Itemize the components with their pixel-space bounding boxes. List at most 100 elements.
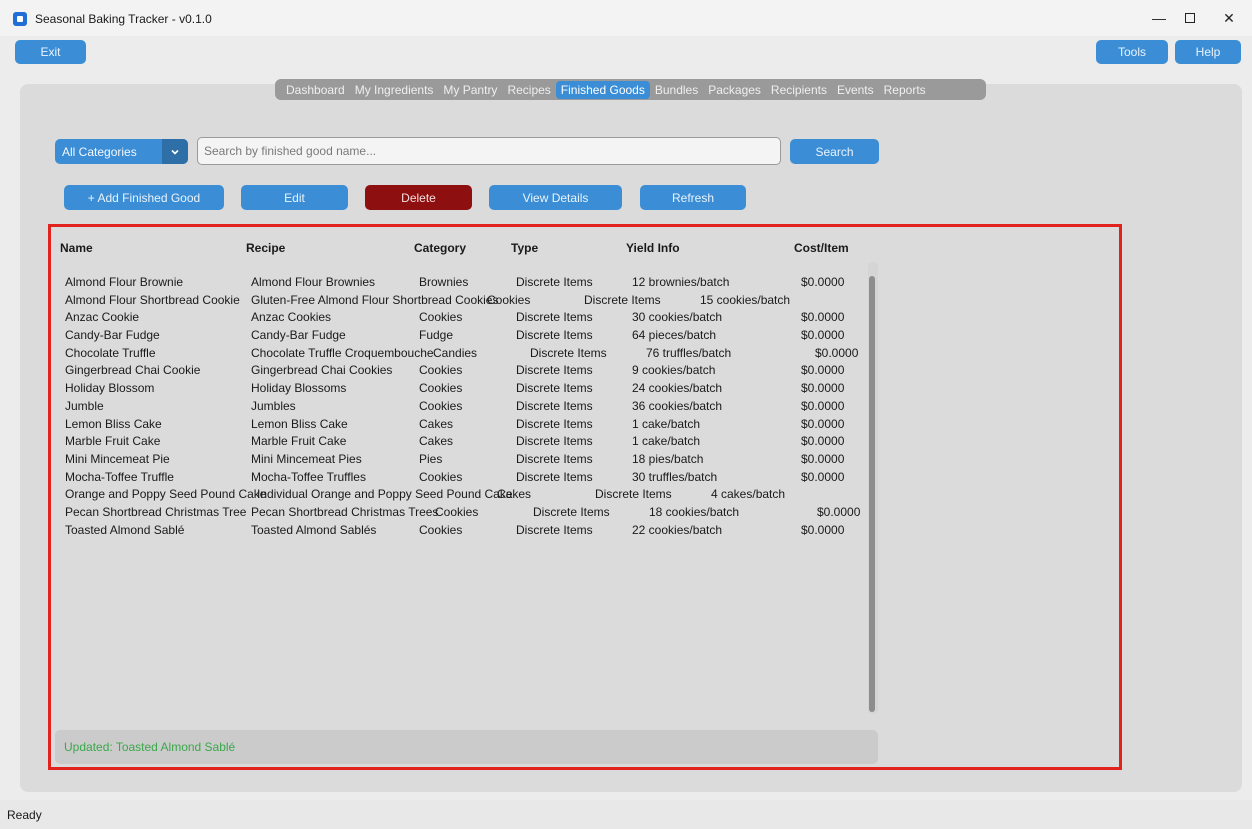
cell-category: Cookies bbox=[419, 310, 463, 325]
cell-recipe: Mocha-Toffee Truffles bbox=[251, 469, 366, 484]
table-row[interactable]: Orange and Poppy Seed Pound Cake Individ… bbox=[65, 486, 865, 504]
table-row[interactable]: Toasted Almond Sablé Toasted Almond Sabl… bbox=[65, 522, 865, 540]
category-dropdown-value: All Categories bbox=[62, 144, 137, 159]
category-dropdown[interactable]: All Categories bbox=[55, 139, 188, 164]
cell-name: Almond Flour Brownie bbox=[65, 275, 184, 289]
tab-bar: Dashboard My Ingredients My Pantry Recip… bbox=[275, 79, 986, 100]
status-bar: Ready bbox=[0, 800, 1252, 829]
delete-button[interactable]: Delete bbox=[365, 185, 472, 210]
cell-yield: 18 cookies/batch bbox=[649, 504, 740, 519]
table-row[interactable]: Holiday Blossom Holiday Blossoms Cookies… bbox=[65, 380, 865, 398]
cell-category: Cookies bbox=[435, 504, 479, 519]
tab-dashboard[interactable]: Dashboard bbox=[281, 81, 350, 99]
tools-button[interactable]: Tools bbox=[1096, 40, 1168, 64]
table-row[interactable]: Gingerbread Chai Cookie Gingerbread Chai… bbox=[65, 362, 865, 380]
cell-recipe: Marble Fruit Cake bbox=[251, 434, 347, 449]
minimize-icon: — bbox=[1152, 10, 1166, 26]
edit-button[interactable]: Edit bbox=[241, 185, 348, 210]
cell-yield: 15 cookies/batch bbox=[700, 292, 791, 307]
table-row[interactable]: Candy-Bar Fudge Candy-Bar Fudge Fudge Di… bbox=[65, 327, 865, 345]
cell-name: Chocolate Truffle bbox=[65, 345, 156, 360]
refresh-button[interactable]: Refresh bbox=[640, 185, 746, 210]
close-icon: ✕ bbox=[1223, 9, 1235, 26]
cell-recipe: Individual Orange and Poppy Seed Pound C… bbox=[257, 487, 513, 502]
tab-recipes[interactable]: Recipes bbox=[502, 81, 555, 99]
cell-recipe: Lemon Bliss Cake bbox=[251, 416, 348, 431]
tab-reports[interactable]: Reports bbox=[879, 81, 931, 99]
cell-recipe: Mini Mincemeat Pies bbox=[251, 451, 362, 466]
cell-yield: 22 cookies/batch bbox=[632, 522, 723, 537]
table-row[interactable]: Anzac Cookie Anzac Cookies Cookies Discr… bbox=[65, 309, 865, 327]
cell-recipe: Candy-Bar Fudge bbox=[251, 328, 346, 343]
cell-cost: $0.0000 bbox=[801, 416, 845, 431]
cell-name: Pecan Shortbread Christmas Tree bbox=[65, 504, 247, 519]
table-row[interactable]: Marble Fruit Cake Marble Fruit Cake Cake… bbox=[65, 433, 865, 451]
cell-recipe: Almond Flour Brownies bbox=[251, 275, 376, 289]
tab-events[interactable]: Events bbox=[832, 81, 879, 99]
title-bar: Seasonal Baking Tracker - v0.1.0 — ✕ bbox=[0, 0, 1252, 36]
cell-name: Toasted Almond Sablé bbox=[65, 522, 185, 537]
cell-category: Fudge bbox=[419, 328, 454, 343]
cell-category: Cookies bbox=[419, 398, 463, 413]
cell-yield: 76 truffles/batch bbox=[646, 345, 732, 360]
column-header-category[interactable]: Category bbox=[414, 241, 466, 255]
cell-category: Candies bbox=[433, 345, 478, 360]
add-finished-good-button[interactable]: + Add Finished Good bbox=[64, 185, 224, 210]
cell-yield: 12 brownies/batch bbox=[632, 275, 730, 289]
table-row[interactable]: Lemon Bliss Cake Lemon Bliss Cake Cakes … bbox=[65, 416, 865, 434]
cell-yield: 18 pies/batch bbox=[632, 451, 704, 466]
cell-category: Pies bbox=[419, 451, 443, 466]
tab-finished-goods[interactable]: Finished Goods bbox=[555, 80, 650, 99]
cell-recipe: Anzac Cookies bbox=[251, 310, 332, 325]
column-header-recipe[interactable]: Recipe bbox=[246, 241, 285, 255]
cell-yield: 24 cookies/batch bbox=[632, 381, 723, 396]
cell-cost: $0.0000 bbox=[815, 345, 859, 360]
cell-name: Candy-Bar Fudge bbox=[65, 328, 160, 343]
finished-goods-list: Almond Flour Brownie Almond Flour Browni… bbox=[65, 274, 865, 539]
cell-type: Discrete Items bbox=[516, 469, 593, 484]
cell-category: Cakes bbox=[497, 487, 532, 502]
tab-my-ingredients[interactable]: My Ingredients bbox=[350, 81, 439, 99]
cell-name: Jumble bbox=[65, 398, 104, 413]
exit-button[interactable]: Exit bbox=[15, 40, 86, 64]
column-header-name[interactable]: Name bbox=[60, 241, 93, 255]
cell-name: Holiday Blossom bbox=[65, 381, 155, 396]
cell-name: Mini Mincemeat Pie bbox=[65, 451, 170, 466]
scrollbar-thumb[interactable] bbox=[869, 276, 875, 712]
help-button[interactable]: Help bbox=[1175, 40, 1241, 64]
cell-recipe: Gluten-Free Almond Flour Shortbread Cook… bbox=[251, 292, 499, 307]
view-details-button[interactable]: View Details bbox=[489, 185, 622, 210]
table-row[interactable]: Pecan Shortbread Christmas Tree Pecan Sh… bbox=[65, 504, 865, 522]
column-header-yield[interactable]: Yield Info bbox=[626, 241, 680, 255]
cell-yield: 4 cakes/batch bbox=[711, 487, 786, 502]
cell-category: Brownies bbox=[419, 275, 469, 289]
search-button[interactable]: Search bbox=[790, 139, 879, 164]
table-row[interactable]: Mini Mincemeat Pie Mini Mincemeat Pies P… bbox=[65, 451, 865, 469]
tab-packages[interactable]: Packages bbox=[703, 81, 766, 99]
tab-bundles[interactable]: Bundles bbox=[650, 81, 703, 99]
maximize-icon bbox=[1185, 13, 1195, 23]
cell-cost: $0.0000 bbox=[801, 381, 845, 396]
cell-type: Discrete Items bbox=[516, 275, 593, 289]
cell-type: Discrete Items bbox=[533, 504, 610, 519]
table-row[interactable]: Jumble Jumbles Cookies Discrete Items 36… bbox=[65, 398, 865, 416]
cell-category: Cookies bbox=[487, 292, 531, 307]
cell-cost: $0.0000 bbox=[801, 469, 845, 484]
cell-name: Gingerbread Chai Cookie bbox=[65, 363, 201, 378]
table-row[interactable]: Mocha-Toffee Truffle Mocha-Toffee Truffl… bbox=[65, 469, 865, 487]
cell-name: Almond Flour Shortbread Cookie bbox=[65, 292, 240, 307]
chevron-down-icon[interactable] bbox=[162, 139, 188, 164]
close-button[interactable]: ✕ bbox=[1206, 0, 1252, 36]
cell-cost: $0.0000 bbox=[801, 328, 845, 343]
tab-recipients[interactable]: Recipients bbox=[766, 81, 832, 99]
cell-yield: 64 pieces/batch bbox=[632, 328, 717, 343]
column-header-cost[interactable]: Cost/Item bbox=[794, 241, 849, 255]
column-header-type[interactable]: Type bbox=[511, 241, 538, 255]
table-row[interactable]: Almond Flour Shortbread Cookie Gluten-Fr… bbox=[65, 292, 865, 310]
table-row[interactable]: Chocolate Truffle Chocolate Truffle Croq… bbox=[65, 345, 865, 363]
tab-my-pantry[interactable]: My Pantry bbox=[438, 81, 502, 99]
table-row[interactable]: Almond Flour Brownie Almond Flour Browni… bbox=[65, 274, 865, 292]
cell-cost: $0.0000 bbox=[801, 398, 845, 413]
search-input[interactable] bbox=[197, 137, 781, 165]
cell-recipe: Jumbles bbox=[251, 398, 296, 413]
